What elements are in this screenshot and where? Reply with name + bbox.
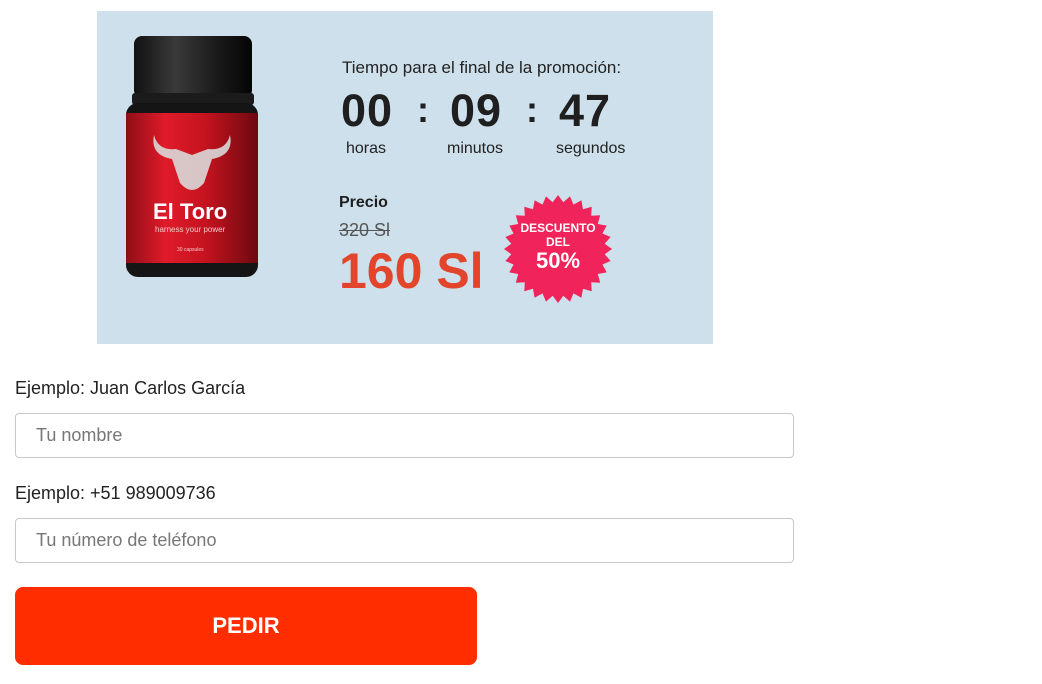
name-hint: Ejemplo: Juan Carlos García <box>15 378 246 398</box>
countdown-timer: 00 horas : 09 minutos : 47 segundos <box>341 85 661 165</box>
price-label: Precio <box>339 194 388 211</box>
timer-hours-value: 00 <box>341 85 394 136</box>
brand-tagline: harness your power <box>155 225 226 234</box>
discount-badge: DESCUENTO DEL 50% <box>502 193 614 305</box>
phone-input[interactable] <box>15 518 794 563</box>
name-input[interactable] <box>15 413 794 458</box>
product-image <box>122 33 262 283</box>
phone-hint: Ejemplo: +51 989009736 <box>15 483 216 503</box>
order-button[interactable]: PEDIR <box>15 587 477 665</box>
timer-seconds-label: segundos <box>556 140 626 157</box>
timer-minutes-label: minutos <box>447 140 504 157</box>
old-price: 320 Sl <box>339 220 391 240</box>
badge-line-1: DESCUENTO <box>520 220 596 235</box>
timer-minutes: 09 minutos <box>447 85 520 158</box>
timer-seconds: 47 segundos <box>556 85 629 158</box>
timer-separator: : <box>526 89 538 130</box>
timer-hours-label: horas <box>346 140 387 157</box>
new-price: 160 Sl <box>339 243 484 299</box>
timer-seconds-value: 47 <box>559 85 612 136</box>
timer-minutes-value: 09 <box>450 85 503 136</box>
promo-banner: El Toro harness your power 30 capsules T… <box>97 11 713 344</box>
timer-hours: 00 horas <box>341 85 411 158</box>
timer-separator: : <box>417 89 429 130</box>
badge-line-2: DEL <box>546 234 570 249</box>
badge-percent: 50% <box>535 247 581 273</box>
capsule-count: 30 capsules <box>177 247 204 253</box>
brand-name: El Toro <box>153 199 228 224</box>
timer-title: Tiempo para el final de la promoción: <box>342 58 622 77</box>
